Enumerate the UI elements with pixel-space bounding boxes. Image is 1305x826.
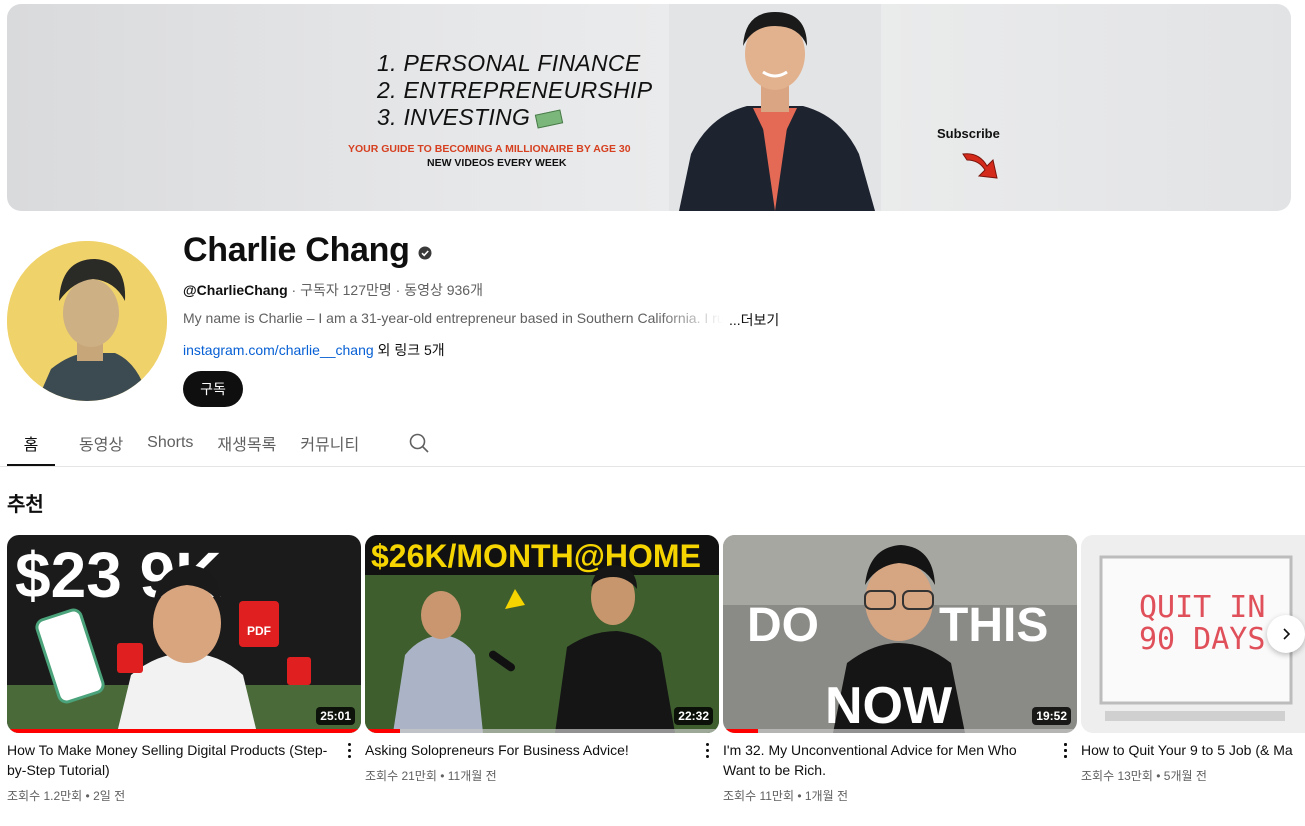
video-thumbnail[interactable]: DO THIS NOW 19:52 xyxy=(723,535,1077,733)
channel-avatar[interactable] xyxy=(7,241,167,401)
video-card-3[interactable]: DO THIS NOW 19:52 I'm 32. My Unconventio… xyxy=(723,535,1077,804)
video-meta: 조회수 21만회 • 11개월 전 xyxy=(365,769,497,783)
watch-progress xyxy=(7,729,361,733)
banner-subscribe-text: Subscribe xyxy=(937,126,1000,141)
channel-title-row: Charlie Chang xyxy=(183,231,432,270)
watch-progress-track xyxy=(723,729,1077,733)
instagram-link[interactable]: instagram.com/charlie__chang xyxy=(183,342,374,358)
channel-description-row[interactable]: My name is Charlie – I am a 31-year-old … xyxy=(183,310,779,330)
more-link[interactable]: ...더보기 xyxy=(729,310,779,330)
video-thumbnail[interactable]: $23 9K PDF 25:01 xyxy=(7,535,361,733)
tab-community[interactable]: 커뮤니티 xyxy=(300,420,359,466)
thumbnail-image: $26K/MONTH@HOME xyxy=(365,535,719,733)
more-actions-icon[interactable] xyxy=(341,740,357,760)
section-title: 추천 xyxy=(7,494,44,516)
watch-progress xyxy=(723,729,759,733)
carousel-next-button[interactable] xyxy=(1267,615,1305,653)
banner-person-image xyxy=(669,4,881,211)
video-title[interactable]: I'm 32. My Unconventional Advice for Men… xyxy=(723,740,1049,780)
svg-text:$26K/MONTH@HOME: $26K/MONTH@HOME xyxy=(371,538,701,574)
thumbnail-image: DO THIS NOW xyxy=(723,535,1077,733)
banner-topic-1: 1. PERSONAL FINANCE xyxy=(377,50,641,76)
video-card-2[interactable]: $26K/MONTH@HOME 22:32 Asking Solopreneur… xyxy=(365,535,719,784)
channel-links-row[interactable]: instagram.com/charlie__chang 외 링크 5개 xyxy=(183,340,445,360)
thumb-text-do: DO xyxy=(747,599,819,652)
tab-videos[interactable]: 동영상 xyxy=(79,420,123,466)
thumbnail-image: $23 9K PDF xyxy=(7,535,361,733)
banner-topic-2: 2. ENTREPRENEURSHIP xyxy=(377,77,653,103)
tabs-divider xyxy=(0,466,1305,467)
video-meta: 조회수 1.2만회 • 2일 전 xyxy=(7,789,126,803)
video-duration: 22:32 xyxy=(674,707,713,725)
channel-description: My name is Charlie – I am a 31-year-old … xyxy=(183,310,723,326)
red-arrow-icon xyxy=(962,153,998,179)
video-title[interactable]: Asking Solopreneurs For Business Advice! xyxy=(365,740,691,760)
thumb-text-this: THIS xyxy=(939,599,1048,652)
video-meta: 조회수 11만회 • 1개월 전 xyxy=(723,789,849,803)
tab-shorts[interactable]: Shorts xyxy=(147,420,193,466)
svg-text:PDF: PDF xyxy=(247,624,271,638)
other-links[interactable]: 외 링크 5개 xyxy=(374,342,445,358)
banner-topic-3: 3. INVESTING xyxy=(377,104,652,131)
video-duration: 19:52 xyxy=(1032,707,1071,725)
video-card-1[interactable]: $23 9K PDF 25:01 How To Make Money Selli… xyxy=(7,535,361,804)
channel-name: Charlie Chang xyxy=(183,231,410,269)
video-thumbnail[interactable]: $26K/MONTH@HOME 22:32 xyxy=(365,535,719,733)
channel-banner: 1. PERSONAL FINANCE 2. ENTREPRENEURSHIP … xyxy=(7,4,1291,211)
money-icon xyxy=(534,109,564,129)
more-actions-icon[interactable] xyxy=(1057,740,1073,760)
subscribe-button[interactable]: 구독 xyxy=(183,371,243,407)
more-actions-icon[interactable] xyxy=(699,740,715,760)
banner-guide-text: YOUR GUIDE TO BECOMING A MILLIONAIRE BY … xyxy=(348,143,631,155)
thumb-text-quit: QUIT IN xyxy=(1139,590,1265,625)
avatar-image xyxy=(7,241,167,401)
banner-topic-list: 1. PERSONAL FINANCE 2. ENTREPRENEURSHIP … xyxy=(377,50,652,131)
channel-stats: · 구독자 127만명 · 동영상 936개 xyxy=(287,282,483,298)
chevron-right-icon xyxy=(1283,628,1291,640)
search-icon[interactable] xyxy=(408,432,430,454)
banner-schedule-text: NEW VIDEOS EVERY WEEK xyxy=(427,157,567,169)
watch-progress-track xyxy=(365,729,719,733)
channel-tabs: 홈 동영상 Shorts 재생목록 커뮤니티 xyxy=(7,420,359,466)
verified-check-icon xyxy=(418,246,432,259)
video-meta: 조회수 13만회 • 5개월 전 xyxy=(1081,769,1207,783)
video-title[interactable]: How To Make Money Selling Digital Produc… xyxy=(7,740,333,780)
video-card-4[interactable]: QUIT IN 90 DAYS How to Quit Your 9 to 5 … xyxy=(1081,535,1305,784)
thumb-text-days: 90 DAYS xyxy=(1139,622,1265,657)
watch-progress xyxy=(365,729,401,733)
thumb-text-now: NOW xyxy=(825,677,953,733)
tab-home[interactable]: 홈 xyxy=(7,420,55,466)
channel-meta: @CharlieChang · 구독자 127만명 · 동영상 936개 xyxy=(183,280,483,300)
video-title[interactable]: How to Quit Your 9 to 5 Job (& Ma xyxy=(1081,740,1305,760)
video-duration: 25:01 xyxy=(316,707,355,725)
channel-handle: @CharlieChang xyxy=(183,282,288,298)
tab-playlists[interactable]: 재생목록 xyxy=(217,420,276,466)
